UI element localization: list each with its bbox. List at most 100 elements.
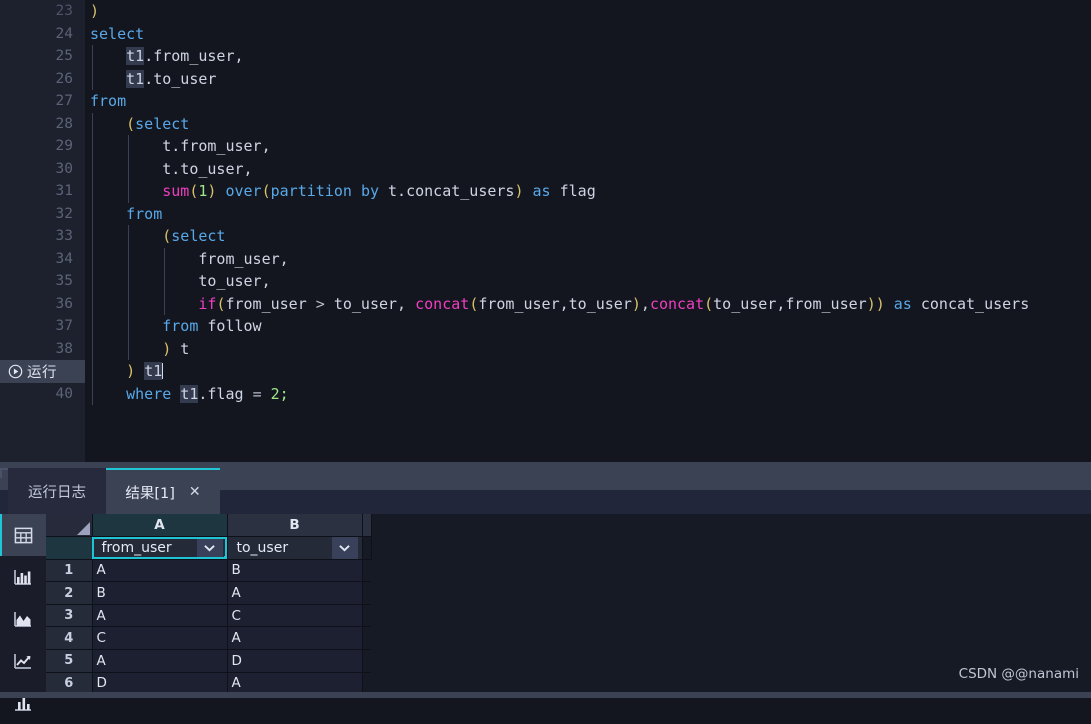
table-row[interactable]: 5AD: [46, 649, 371, 673]
code-token: =: [252, 384, 262, 403]
grid-cell[interactable]: B: [92, 581, 228, 605]
code-token: )): [866, 294, 885, 313]
row-filler: [362, 626, 371, 651]
table-row[interactable]: 2BA: [46, 581, 371, 605]
code-token: (: [90, 227, 172, 245]
grid-cell[interactable]: A: [227, 581, 363, 605]
indent-guide: [92, 247, 93, 270]
indent-guide: [128, 157, 130, 180]
chart-view-icon[interactable]: [0, 682, 46, 724]
indent-guide: [92, 67, 93, 90]
grid-cell[interactable]: A: [92, 649, 228, 673]
line-number: 27: [55, 93, 73, 109]
row-number[interactable]: 5: [46, 649, 93, 673]
chevron-down-icon[interactable]: [331, 537, 358, 559]
row-number[interactable]: 4: [46, 626, 93, 651]
grid-cell[interactable]: A: [92, 559, 228, 583]
code-line: from follow: [90, 315, 1091, 338]
editor-gutter: 232425262728293031323334353637383940 运行: [0, 0, 85, 462]
field-name-label: from_user: [101, 539, 172, 556]
field-name-cell-to_user[interactable]: to_user: [227, 536, 363, 560]
line-number: 26: [55, 70, 73, 87]
row-number[interactable]: 1: [46, 559, 93, 583]
code-token: t1: [180, 384, 199, 403]
grid-corner-cell[interactable]: [46, 514, 93, 538]
code-token: (: [704, 294, 714, 313]
table-row[interactable]: 3AC: [46, 604, 371, 628]
code-line: sum(1) over(partition by t.concat_users)…: [90, 180, 1091, 203]
indent-guide: [92, 180, 93, 203]
code-token: from: [126, 204, 163, 223]
code-token: (: [469, 294, 479, 313]
code-token: to_user,: [90, 272, 271, 290]
indent-guide: [128, 292, 130, 315]
code-token: if: [198, 294, 217, 313]
run-button-label: 运行: [27, 365, 57, 381]
code-token: ): [631, 294, 641, 313]
code-token: as: [893, 294, 912, 313]
code-token: from: [90, 92, 127, 110]
field-selector: to_user: [232, 537, 358, 559]
row-filler: [362, 604, 371, 628]
code-token: concat_users: [911, 294, 1030, 313]
grid-cell[interactable]: B: [227, 559, 363, 583]
run-button[interactable]: 运行: [0, 360, 85, 383]
code-line: from: [90, 90, 1091, 113]
line-chart-view-icon[interactable]: [0, 640, 46, 682]
line-number: 40: [55, 385, 73, 402]
code-token: from: [162, 317, 199, 335]
code-lines: ) select t1.from_user, t1.to_user from (se…: [90, 0, 1091, 405]
chevron-down-icon[interactable]: [196, 537, 223, 559]
code-token: >: [315, 294, 325, 313]
code-token: t.to_user,: [90, 159, 253, 178]
field-name-label: to_user: [236, 539, 289, 556]
result-grid-area[interactable]: A Bfrom_user to_user 1 A B 2 B A 3 A C 4 C A 5 A D 6 D A: [46, 514, 1091, 698]
indent-guide: [128, 315, 130, 338]
line-number: 31: [55, 183, 73, 199]
table-view-icon[interactable]: [0, 514, 46, 556]
line-number: 35: [55, 273, 73, 289]
grid-cell[interactable]: C: [92, 626, 228, 651]
row-number[interactable]: 3: [46, 604, 93, 628]
code-line: ): [90, 0, 1091, 23]
code-token: to_user,from_user: [713, 294, 867, 313]
column-header-a[interactable]: A: [92, 514, 228, 538]
code-line: t.from_user,: [90, 135, 1091, 158]
indent-guide: [92, 202, 93, 225]
code-token: t1: [144, 362, 163, 380]
tab-result[interactable]: 结果[1] ✕: [106, 468, 220, 514]
table-row[interactable]: 1AB: [46, 559, 371, 583]
code-token: t.concat_users: [379, 182, 515, 200]
bar-chart-view-icon[interactable]: [0, 556, 46, 598]
grid-cell[interactable]: D: [227, 649, 363, 673]
grid-cell[interactable]: A: [227, 626, 363, 651]
code-token: ,: [640, 294, 650, 313]
code-line: ) t1: [90, 360, 1091, 383]
code-token: where: [126, 384, 172, 403]
table-row[interactable]: 4CA: [46, 626, 371, 651]
close-icon[interactable]: ✕: [189, 485, 201, 499]
code-line: t1.from_user,: [90, 45, 1091, 68]
indent-guide: [92, 112, 93, 135]
column-header-b[interactable]: B: [227, 514, 363, 538]
field-selector: from_user: [97, 537, 223, 559]
row-number[interactable]: 2: [46, 581, 93, 605]
field-name-cell-from_user[interactable]: from_user: [92, 536, 228, 560]
code-token: sum: [162, 182, 190, 200]
grid-cell[interactable]: C: [227, 604, 363, 628]
code-token: select: [90, 24, 145, 43]
code-area[interactable]: ) select t1.from_user, t1.to_user from (se…: [85, 0, 1091, 462]
area-chart-view-icon[interactable]: [0, 598, 46, 640]
grid-cell[interactable]: A: [92, 604, 228, 628]
indent-guide: [92, 45, 93, 68]
code-line: t.to_user,: [90, 157, 1091, 180]
tab-run-log[interactable]: 运行日志: [8, 468, 106, 514]
